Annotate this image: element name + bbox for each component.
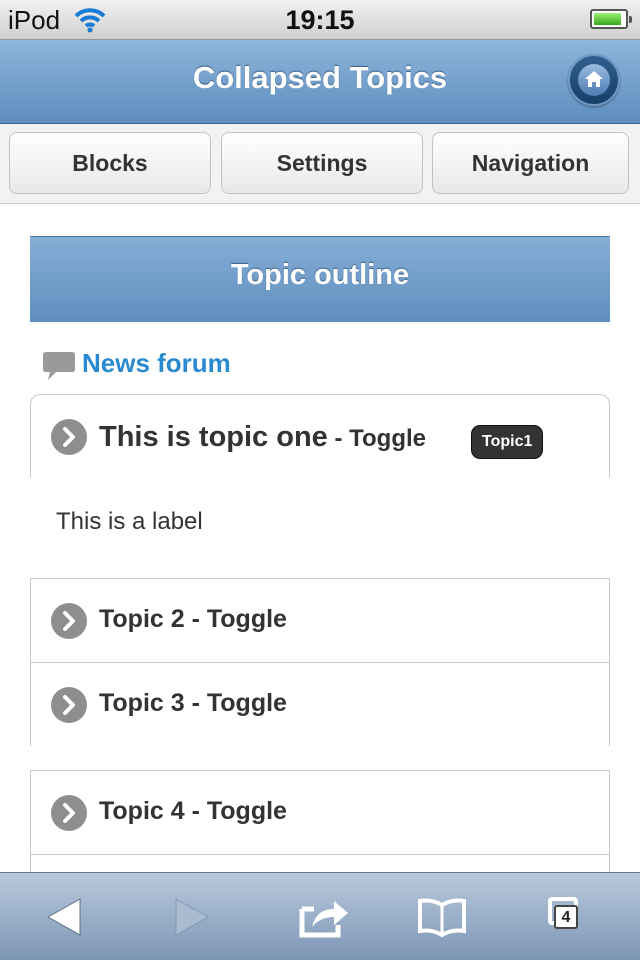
chevron-right-icon [51,795,87,831]
topic-4-title[interactable]: Topic 4 - Toggle [99,797,287,826]
home-icon [585,71,603,87]
topic-badge: Topic1 [471,425,544,459]
blocks-button[interactable]: Blocks [9,132,211,194]
nav-button-bar: Blocks Settings Navigation [0,124,640,204]
status-time: 19:15 [285,5,355,35]
tabs-button[interactable]: 4 [540,891,600,943]
bookmarks-button[interactable] [412,891,472,943]
battery-icon [590,9,632,29]
topic-group-a: Topic 2 - Toggle Topic 3 - Toggle [30,578,610,746]
topic-one-name: This is topic one [99,421,328,453]
topic-row[interactable]: Topic 3 - Toggle [31,663,609,747]
back-arrow-icon [46,898,81,936]
topic-outline-header: Topic outline [30,236,610,322]
topic-one-title[interactable]: This is topic one - Toggle [99,421,426,454]
topic-one-section[interactable]: This is topic one - Toggle Topic1 [30,394,610,478]
tabs-count: 4 [554,905,578,929]
share-icon [299,901,348,938]
settings-button[interactable]: Settings [221,132,423,194]
forward-button[interactable] [160,891,220,943]
browser-toolbar: 4 [0,872,640,960]
back-button[interactable] [36,891,96,943]
topic-one-toggle: - Toggle [327,425,427,452]
app-header: Collapsed Topics [0,40,640,124]
bookmarks-icon [418,898,466,938]
topic-row[interactable]: Topic 2 - Toggle [31,579,609,663]
topic-row[interactable]: Topic 4 - Toggle [31,771,609,855]
topic-3-title[interactable]: Topic 3 - Toggle [99,689,287,718]
chevron-right-icon [51,603,87,639]
news-forum-link[interactable]: News forum [82,348,231,379]
chevron-right-icon [51,419,87,455]
topic-group-b: Topic 4 - Toggle [30,770,610,872]
forum-icon [43,352,75,380]
topic-2-title[interactable]: Topic 2 - Toggle [99,605,287,634]
share-button[interactable] [294,891,354,943]
status-bar: iPod 19:15 [0,0,640,40]
battery-level [594,13,621,25]
label-text: This is a label [56,508,203,535]
home-button[interactable] [568,54,620,106]
chevron-right-icon [51,687,87,723]
section-title: Topic outline [230,259,410,291]
forward-arrow-icon [175,898,210,936]
page-title: Collapsed Topics [192,60,448,95]
navigation-button[interactable]: Navigation [432,132,629,194]
